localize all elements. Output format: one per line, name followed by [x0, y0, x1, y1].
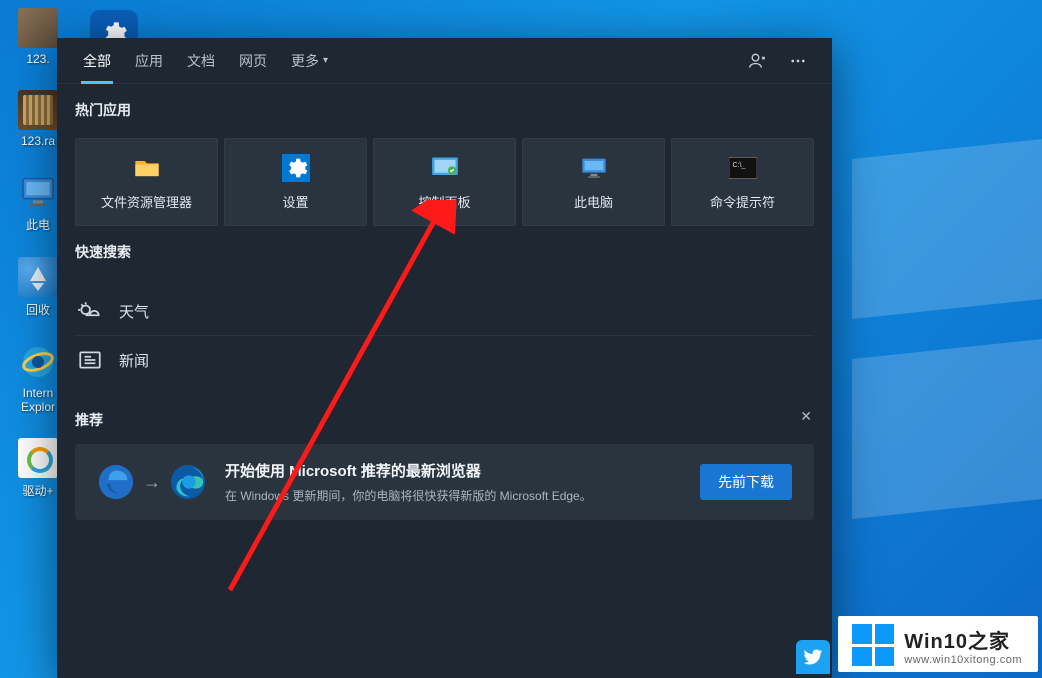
edge-chromium-icon — [169, 463, 207, 501]
weather-icon — [75, 299, 105, 325]
more-options-icon[interactable] — [778, 52, 818, 70]
tile-file-explorer[interactable]: 文件资源管理器 — [75, 138, 218, 226]
download-button[interactable]: 先前下载 — [700, 464, 792, 500]
twitter-icon[interactable] — [796, 640, 830, 674]
tile-label: 控制面板 — [418, 192, 470, 211]
control-panel-icon — [431, 154, 459, 182]
feedback-icon[interactable] — [738, 51, 778, 71]
tab-all[interactable]: 全部 — [71, 38, 123, 84]
news-icon — [75, 347, 105, 373]
tile-settings[interactable]: 设置 — [224, 138, 367, 226]
section-recommend-title: 推荐 — [75, 410, 814, 430]
quick-item-weather[interactable]: 天气 — [75, 288, 814, 336]
arrow-right-icon: → — [143, 472, 161, 493]
quick-item-label: 天气 — [119, 301, 149, 322]
tab-more[interactable]: 更多▾ — [279, 38, 340, 84]
tile-cmd[interactable]: C:\_ 命令提示符 — [671, 138, 814, 226]
recommendation-card: → 开始使用 Microsoft 推荐的最新浏览器 在 Windows 更新期间… — [75, 444, 814, 520]
quick-item-news[interactable]: 新闻 — [75, 336, 814, 384]
tile-control-panel[interactable]: 控制面板 — [373, 138, 516, 226]
watermark-title: Win10之家 — [904, 625, 1022, 654]
close-icon[interactable]: ✕ — [800, 408, 812, 425]
folder-icon — [133, 154, 161, 182]
gear-icon — [282, 154, 310, 182]
tile-label: 设置 — [282, 192, 308, 211]
search-panel: 全部 应用 文档 网页 更多▾ 热门应用 文件资源管理器 设置 — [57, 38, 832, 678]
watermark-url: www.win10xitong.com — [904, 654, 1022, 666]
pc-icon — [580, 154, 608, 182]
recommendation-heading: 开始使用 Microsoft 推荐的最新浏览器 — [225, 460, 682, 481]
quick-item-label: 新闻 — [119, 350, 149, 371]
tab-web[interactable]: 网页 — [227, 38, 279, 84]
svg-text:C:\_: C:\_ — [732, 161, 745, 168]
cmd-icon: C:\_ — [729, 154, 757, 182]
watermark-logo — [852, 624, 894, 666]
tile-label: 此电脑 — [574, 192, 613, 211]
tile-label: 命令提示符 — [710, 192, 775, 211]
tab-docs[interactable]: 文档 — [175, 38, 227, 84]
tabs-bar: 全部 应用 文档 网页 更多▾ — [57, 38, 832, 84]
tile-label: 文件资源管理器 — [101, 192, 192, 211]
tab-apps[interactable]: 应用 — [123, 38, 175, 84]
tile-this-pc[interactable]: 此电脑 — [522, 138, 665, 226]
chevron-down-icon: ▾ — [323, 55, 328, 66]
section-top-apps-title: 热门应用 — [75, 100, 814, 120]
recommendation-subtext: 在 Windows 更新期间，你的电脑将很快获得新版的 Microsoft Ed… — [225, 487, 682, 504]
edge-legacy-icon — [97, 463, 135, 501]
watermark: Win10之家 www.win10xitong.com — [838, 616, 1038, 672]
section-quick-search-title: 快速搜索 — [75, 242, 814, 262]
edge-upgrade-icons: → — [97, 463, 207, 501]
